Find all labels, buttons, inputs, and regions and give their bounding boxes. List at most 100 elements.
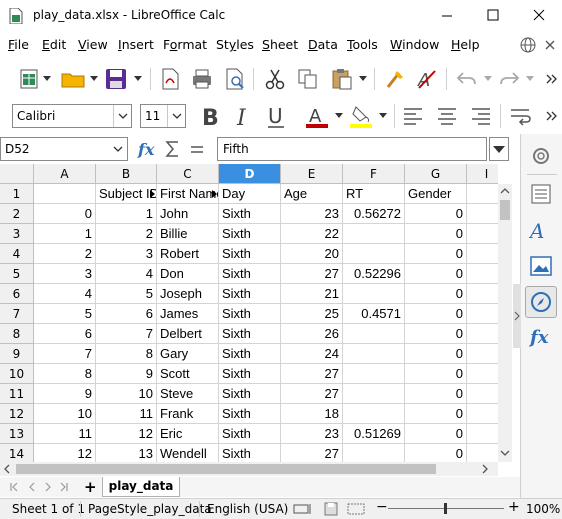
align-right-icon[interactable] xyxy=(470,105,492,127)
cell-i13[interactable] xyxy=(467,424,498,444)
zoom-in-button[interactable]: + xyxy=(508,499,520,515)
row-header-8[interactable]: 8 xyxy=(0,324,34,344)
toolbar-overflow-icon[interactable] xyxy=(546,109,558,123)
cell-g3[interactable]: 0 xyxy=(405,224,467,244)
navigator-button[interactable] xyxy=(525,286,557,318)
row-header-2[interactable]: 2 xyxy=(0,204,34,224)
clone-formatting-icon[interactable] xyxy=(382,67,406,91)
cell-g4[interactable]: 0 xyxy=(405,244,467,264)
vertical-scrollbar[interactable] xyxy=(498,184,512,462)
cell-c12[interactable]: Frank xyxy=(157,404,219,424)
cell-i11[interactable] xyxy=(467,384,498,404)
cell-a4[interactable]: 2 xyxy=(34,244,96,264)
cell-a14[interactable]: 12 xyxy=(34,444,96,462)
cell-b2[interactable]: 1 xyxy=(96,204,157,224)
cell-g5[interactable]: 0 xyxy=(405,264,467,284)
cell-f12[interactable] xyxy=(343,404,405,424)
column-header-f[interactable]: F xyxy=(343,164,405,184)
cell-b10[interactable]: 9 xyxy=(96,364,157,384)
cell-e5[interactable]: 27 xyxy=(281,264,343,284)
cell-i8[interactable] xyxy=(467,324,498,344)
font-color-icon[interactable]: A xyxy=(304,103,332,129)
cell-g11[interactable]: 0 xyxy=(405,384,467,404)
wrap-text-icon[interactable] xyxy=(509,105,533,127)
align-left-icon[interactable] xyxy=(402,105,424,127)
cell-b3[interactable]: 2 xyxy=(96,224,157,244)
cell-g9[interactable]: 0 xyxy=(405,344,467,364)
cell-e7[interactable]: 25 xyxy=(281,304,343,324)
row-header-4[interactable]: 4 xyxy=(0,244,34,264)
last-sheet-icon[interactable] xyxy=(58,477,70,497)
cell-e8[interactable]: 26 xyxy=(281,324,343,344)
cell-g7[interactable]: 0 xyxy=(405,304,467,324)
copy-icon[interactable] xyxy=(296,67,320,91)
font-name-dropdown[interactable] xyxy=(113,105,131,127)
cell-i6[interactable] xyxy=(467,284,498,304)
cell-c6[interactable]: Joseph xyxy=(157,284,219,304)
minimize-button[interactable] xyxy=(424,0,470,32)
properties-icon[interactable] xyxy=(529,182,553,206)
cell-i10[interactable] xyxy=(467,364,498,384)
chevron-down-icon[interactable] xyxy=(90,76,98,82)
chevron-down-icon[interactable] xyxy=(359,76,367,82)
cell-d14[interactable]: Sixth xyxy=(219,444,281,462)
cell-i7[interactable] xyxy=(467,304,498,324)
next-sheet-icon[interactable] xyxy=(42,477,54,497)
cell-c5[interactable]: Don xyxy=(157,264,219,284)
cell-a9[interactable]: 7 xyxy=(34,344,96,364)
undo-icon[interactable] xyxy=(455,69,479,89)
cell-i4[interactable] xyxy=(467,244,498,264)
column-header-e[interactable]: E xyxy=(281,164,343,184)
cell-d10[interactable]: Sixth xyxy=(219,364,281,384)
cell-f2[interactable]: 0.56272 xyxy=(343,204,405,224)
row-header-11[interactable]: 11 xyxy=(0,384,34,404)
select-all-corner[interactable] xyxy=(0,164,34,184)
cell-f7[interactable]: 0.4571 xyxy=(343,304,405,324)
cell-a7[interactable]: 5 xyxy=(34,304,96,324)
cell-e9[interactable]: 24 xyxy=(281,344,343,364)
cell-i14[interactable] xyxy=(467,444,498,462)
cell-a3[interactable]: 1 xyxy=(34,224,96,244)
cell-b14[interactable]: 13 xyxy=(96,444,157,462)
add-sheet-button[interactable]: + xyxy=(84,477,97,497)
cell-e1[interactable]: Age xyxy=(281,184,343,204)
cell-e13[interactable]: 23 xyxy=(281,424,343,444)
sum-icon[interactable] xyxy=(164,139,182,159)
cell-c11[interactable]: Steve xyxy=(157,384,219,404)
formula-icon[interactable] xyxy=(188,139,206,159)
scroll-up-icon[interactable] xyxy=(498,184,512,198)
cell-i2[interactable] xyxy=(467,204,498,224)
open-folder-icon[interactable] xyxy=(60,68,88,90)
name-box[interactable]: D52 xyxy=(0,137,128,161)
chevron-down-icon[interactable] xyxy=(379,113,387,119)
page-style[interactable]: PageStyle_play_data xyxy=(88,502,212,516)
expand-formula-bar-button[interactable] xyxy=(489,137,509,161)
row-header-3[interactable]: 3 xyxy=(0,224,34,244)
toolbar-overflow-icon[interactable] xyxy=(546,72,558,86)
column-header-b[interactable]: B xyxy=(96,164,157,184)
new-spreadsheet-icon[interactable] xyxy=(18,68,42,90)
cell-d5[interactable]: Sixth xyxy=(219,264,281,284)
cell-c13[interactable]: Eric xyxy=(157,424,219,444)
cell-g1[interactable]: Gender xyxy=(405,184,467,204)
row-header-1[interactable]: 1 xyxy=(0,184,34,204)
chevron-down-icon[interactable] xyxy=(43,76,51,82)
cell-g12[interactable]: 0 xyxy=(405,404,467,424)
globe-icon[interactable] xyxy=(519,36,537,54)
menu-insert[interactable]: Insert xyxy=(118,37,154,52)
cell-d12[interactable]: Sixth xyxy=(219,404,281,424)
cell-i12[interactable] xyxy=(467,404,498,424)
selection-mode-icon[interactable] xyxy=(346,501,366,517)
cell-g8[interactable]: 0 xyxy=(405,324,467,344)
cell-a1[interactable] xyxy=(34,184,96,204)
print-preview-icon[interactable] xyxy=(223,67,247,91)
chevron-down-icon[interactable] xyxy=(484,76,492,82)
vertical-scroll-thumb[interactable] xyxy=(500,200,510,220)
cell-a6[interactable]: 4 xyxy=(34,284,96,304)
close-button[interactable] xyxy=(516,0,562,32)
cell-f9[interactable] xyxy=(343,344,405,364)
row-header-14[interactable]: 14 xyxy=(0,444,34,462)
cell-b4[interactable]: 3 xyxy=(96,244,157,264)
cell-b13[interactable]: 12 xyxy=(96,424,157,444)
cut-icon[interactable] xyxy=(263,67,287,91)
